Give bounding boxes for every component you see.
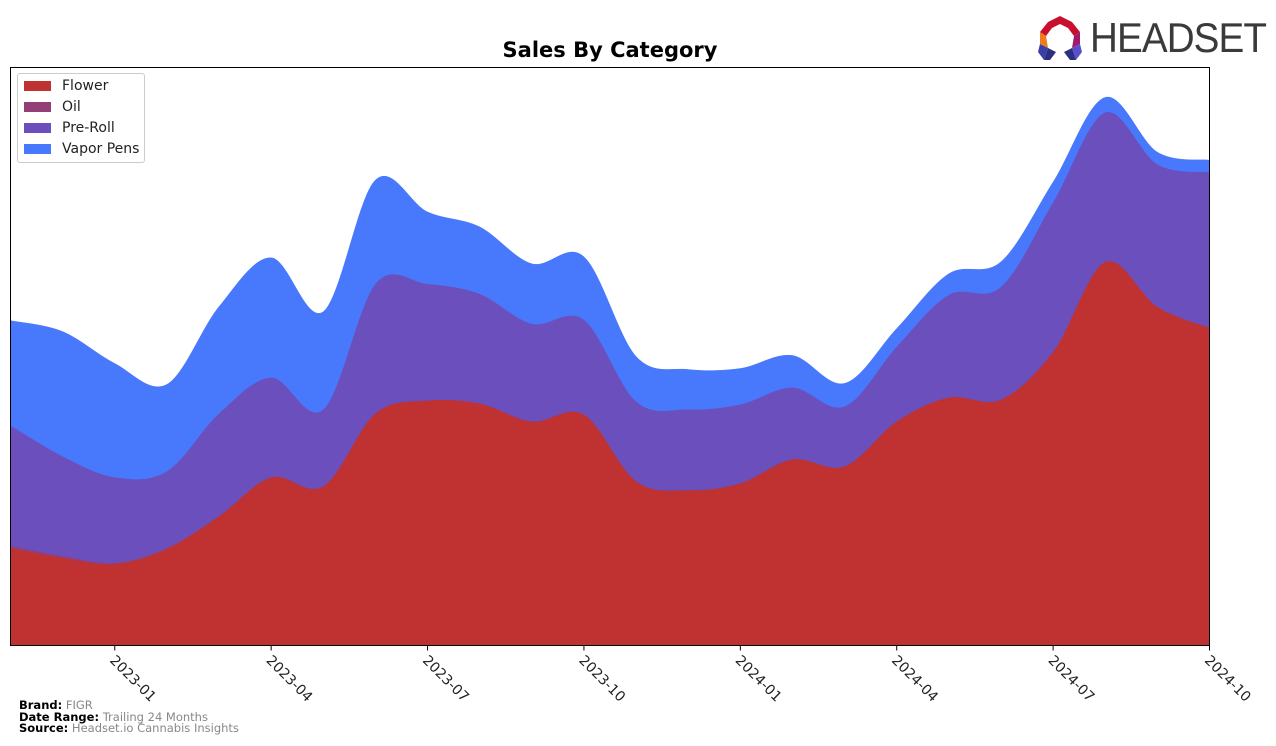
legend-label-flower: Flower — [62, 78, 109, 94]
legend-swatch-vapor-pens — [24, 144, 51, 154]
chart-area: 2023-01 2023-04 2023-07 2023-10 2024-01 2024-… — [10, 67, 1254, 706]
headset-logo: HEADSET — [1036, 14, 1276, 62]
source-label: Source: — [19, 721, 69, 735]
legend-item-flower: Flower — [24, 76, 108, 96]
legend-item-pre-roll: Pre-Roll — [24, 118, 115, 138]
x-tick-label: 2023-10 — [575, 653, 628, 706]
x-tick-label: 2024-10 — [1201, 653, 1254, 706]
legend-item-oil: Oil — [24, 97, 81, 117]
legend-label-oil: Oil — [62, 99, 81, 115]
source-value: Headset.io Cannabis Insights — [71, 721, 239, 735]
legend-swatch-oil — [24, 102, 51, 112]
area-layers — [10, 97, 1210, 646]
legend: Flower Oil Pre-Roll Vapor Pens — [17, 73, 145, 163]
x-tick-label: 2024-07 — [1045, 653, 1098, 706]
legend-label-vapor-pens: Vapor Pens — [62, 141, 140, 157]
x-tick-label: 2023-07 — [419, 653, 472, 706]
x-tick-label: 2024-01 — [732, 653, 785, 706]
legend-swatch-flower — [24, 81, 51, 91]
headset-logo-text: HEADSET — [1090, 14, 1267, 61]
legend-swatch-pre-roll — [24, 123, 51, 133]
x-tick-label: 2023-04 — [263, 653, 316, 706]
legend-label-pre-roll: Pre-Roll — [62, 120, 115, 136]
footer-source: Source: Headset.io Cannabis Insights — [19, 722, 239, 734]
x-tick-label: 2023-01 — [106, 653, 159, 706]
legend-item-vapor-pens: Vapor Pens — [24, 139, 139, 159]
headset-logo-icon — [1038, 16, 1082, 60]
x-axis-ticks: 2023-01 2023-04 2023-07 2023-10 2024-01 2024-… — [106, 645, 1254, 706]
x-tick-label: 2024-04 — [888, 653, 941, 706]
